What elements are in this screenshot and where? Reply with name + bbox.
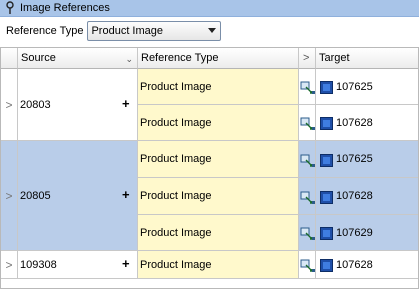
source-id: 109308 (20, 258, 57, 271)
link-cursor-icon[interactable] (300, 227, 315, 241)
target-cell[interactable]: 107628 (316, 105, 418, 141)
row-expand-chevron-icon[interactable]: > (1, 69, 18, 141)
reference-type-text: Product Image (140, 153, 212, 165)
image-icon (320, 191, 333, 204)
chevron-down-icon (208, 28, 217, 33)
target-id: 107625 (336, 153, 373, 165)
target-cell[interactable]: 107629 (316, 215, 418, 251)
chevron-right-icon: > (5, 188, 13, 203)
source-cell[interactable]: 20803 + (18, 69, 138, 141)
target-id: 107628 (336, 116, 373, 129)
chevron-right-icon: > (5, 97, 13, 112)
reference-type-cell[interactable]: Product Image (138, 178, 299, 215)
add-reference-plus-icon[interactable]: + (122, 256, 130, 271)
reference-link-cell[interactable] (299, 105, 316, 141)
reference-type-value: Product Image (91, 25, 164, 37)
link-cursor-icon[interactable] (300, 154, 315, 168)
row-expand-chevron-icon[interactable]: > (1, 141, 18, 251)
reference-link-cell[interactable] (299, 215, 316, 251)
target-cell[interactable]: 107628 (316, 251, 418, 279)
column-header-reference-type-label: Reference Type (141, 52, 219, 64)
column-header-source[interactable]: Source ⌄ (18, 48, 138, 69)
reference-type-cell[interactable]: Product Image (138, 105, 299, 141)
reference-link-cell[interactable] (299, 141, 316, 178)
image-icon (320, 117, 333, 130)
chevron-right-icon: > (5, 257, 13, 272)
reference-link-cell[interactable] (299, 69, 316, 105)
reference-type-text: Product Image (140, 258, 212, 271)
link-cursor-icon[interactable] (300, 259, 315, 273)
link-cursor-icon[interactable] (300, 81, 315, 95)
reference-type-text: Product Image (140, 80, 212, 93)
pin-icon[interactable] (4, 1, 16, 15)
image-icon (320, 154, 333, 167)
source-cell[interactable]: 109308 + (18, 251, 138, 279)
reference-type-cell[interactable]: Product Image (138, 141, 299, 178)
column-header-expand[interactable]: > (299, 48, 316, 69)
reference-type-label: Reference Type (6, 25, 84, 37)
link-cursor-icon[interactable] (300, 191, 315, 205)
row-expand-chevron-icon[interactable]: > (1, 251, 18, 279)
toolbar: Reference Type Product Image (0, 17, 419, 45)
target-id: 107625 (336, 80, 373, 93)
panel-title-bar: Image References (0, 0, 419, 17)
image-icon (320, 81, 333, 94)
references-grid: Source ⌄ Reference Type > Target >20803 +… (0, 47, 419, 289)
reference-type-text: Product Image (140, 226, 212, 239)
target-id: 107628 (336, 258, 373, 271)
header-expand-column (1, 48, 18, 69)
sort-down-icon[interactable]: ⌄ (125, 54, 133, 65)
target-cell[interactable]: 107628 (316, 178, 418, 215)
reference-type-cell[interactable]: Product Image (138, 215, 299, 251)
reference-type-text: Product Image (140, 116, 212, 129)
add-reference-plus-icon[interactable]: + (122, 187, 130, 202)
source-id: 20805 (20, 189, 51, 202)
reference-type-cell[interactable]: Product Image (138, 251, 299, 279)
target-cell[interactable]: 107625 (316, 141, 418, 178)
column-header-target-label: Target (319, 52, 350, 64)
source-cell[interactable]: 20805 + (18, 141, 138, 251)
reference-type-dropdown[interactable]: Product Image (87, 21, 222, 41)
image-icon (320, 227, 333, 240)
image-icon (320, 259, 333, 272)
reference-type-cell[interactable]: Product Image (138, 69, 299, 105)
column-header-reference-type[interactable]: Reference Type (138, 48, 299, 69)
panel-title: Image References (20, 2, 110, 14)
target-cell[interactable]: 107625 (316, 69, 418, 105)
chevron-right-icon: > (303, 52, 310, 64)
add-reference-plus-icon[interactable]: + (122, 96, 130, 111)
reference-link-cell[interactable] (299, 178, 316, 215)
column-header-source-label: Source (21, 52, 56, 64)
source-id: 20803 (20, 98, 51, 111)
column-header-target[interactable]: Target (316, 48, 418, 69)
target-id: 107629 (336, 226, 373, 239)
target-id: 107628 (336, 190, 373, 202)
link-cursor-icon[interactable] (300, 117, 315, 131)
reference-link-cell[interactable] (299, 251, 316, 279)
reference-type-text: Product Image (140, 190, 212, 202)
